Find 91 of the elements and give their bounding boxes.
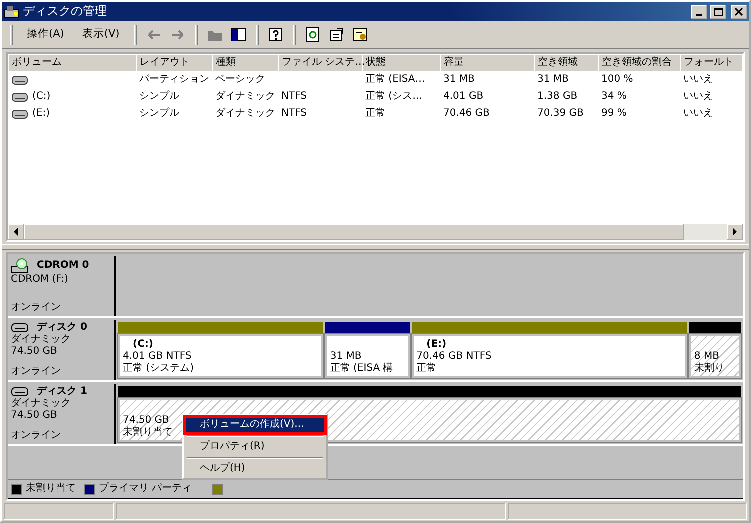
properties-icon (328, 26, 345, 42)
menu-item[interactable]: ボリュームの作成(V)... (186, 418, 324, 432)
horizontal-scrollbar[interactable] (8, 224, 743, 240)
partition-info: 未割り (694, 363, 724, 375)
column-header[interactable]: 空き領域の割合 (598, 54, 680, 72)
scroll-left-icon (13, 228, 19, 236)
help-icon (268, 26, 284, 42)
minimize-icon (696, 14, 702, 16)
drive-icon (12, 92, 28, 102)
table-cell-text: ベーシック (214, 73, 266, 88)
table-cell-text: NTFS (280, 107, 308, 121)
menu-item[interactable]: 表示(V) (74, 26, 128, 43)
disk-info: ダイナミック (11, 334, 72, 346)
drive-icon (12, 76, 28, 85)
partition-info: 正常 (EISA 構 (330, 363, 394, 375)
table-cell: (C:) (32, 91, 51, 103)
partition-block[interactable]: (C:) 4.01 GB NTFS 正常 (システム) (118, 334, 324, 378)
column-header[interactable]: 容量 (440, 54, 534, 72)
settings-icon (352, 26, 369, 42)
column-header[interactable]: ファイル システ… (278, 54, 362, 72)
disk-info: 74.50 GB (11, 410, 58, 422)
maximize-icon (714, 8, 722, 16)
partition-info: 8 MB (694, 351, 720, 362)
table-cell-text: パーティション (138, 73, 210, 88)
column-header[interactable]: 種類 (212, 54, 278, 72)
column-header[interactable]: ボリューム (8, 54, 136, 72)
partition-info: 74.50 GB (123, 415, 170, 426)
table-cell-text: いいえ (682, 90, 714, 104)
partition-block[interactable]: 31 MB 正常 (EISA 構 (325, 334, 410, 378)
table-cell-text: シンプル (138, 90, 180, 104)
disk-status: オンライン (11, 430, 62, 442)
partition-info: 4.01 GB NTFS (123, 351, 192, 362)
window-title: ディスクの管理 (23, 4, 108, 19)
column-header[interactable]: 状態 (362, 54, 440, 72)
column-header[interactable]: 空き領域 (534, 54, 598, 72)
app-icon (4, 4, 20, 20)
table-cell-text: 1.38 GB (536, 90, 579, 104)
partition-block[interactable]: 8 MB 未割り (689, 334, 741, 378)
legend-label: 未割り当て (26, 483, 76, 495)
disk-name: CDROM 0 (37, 260, 90, 272)
scroll-right-icon (732, 228, 738, 236)
menu-item[interactable]: プロパティ(R) (186, 440, 324, 454)
partition-info: 正常 (システム) (123, 363, 194, 375)
table-cell-text: 正常 (364, 106, 386, 121)
table-cell: (E:) (32, 108, 50, 120)
partition-info: 正常 (416, 363, 437, 375)
partition-info: 31 MB (330, 351, 362, 362)
table-cell-text: 31 MB (442, 73, 476, 88)
disk-info: ダイナミック (11, 398, 72, 410)
legend-label: プライマリ パーティ (99, 483, 192, 495)
partition-info: 未割り当て (123, 427, 173, 439)
close-button[interactable] (731, 4, 747, 18)
table-cell-text: 99 % (600, 107, 628, 121)
disk-status: オンライン (11, 366, 62, 378)
table-cell-text: 100 % (600, 73, 634, 88)
table-cell-text: ダイナミック (214, 107, 276, 121)
table-cell-text: NTFS (280, 90, 308, 104)
partition-info: 70.46 GB NTFS (416, 351, 492, 362)
disk-name: ディスク 1 (37, 386, 88, 398)
maximize-button[interactable] (710, 4, 726, 18)
refresh-icon (304, 26, 321, 42)
column-header[interactable]: レイアウト (136, 54, 212, 72)
partition-bar (689, 322, 741, 333)
disk-info: 74.50 GB (11, 346, 58, 358)
disk-drive-icon (11, 322, 29, 334)
menu-item[interactable]: 操作(A) (19, 26, 72, 43)
table-cell-text: 正常 (シス… (364, 90, 424, 104)
disk-info: CDROM (F:) (11, 274, 70, 286)
table-cell-text: いいえ (682, 73, 714, 88)
table-cell-text: 70.46 GB (442, 107, 491, 121)
table-cell-text: 34 % (600, 90, 628, 104)
table-cell-text: シンプル (138, 106, 180, 121)
cd-drive-icon (11, 258, 29, 274)
partition-title: (E:) (426, 339, 447, 351)
table-cell-text: ダイナミック (214, 90, 276, 104)
partition-title: (C:) (132, 339, 154, 351)
minimize-button[interactable] (691, 4, 707, 18)
table-cell-text: 正常 (EISA… (364, 72, 426, 88)
disk-name: ディスク 0 (37, 322, 88, 334)
table-cell-text: 4.01 GB (442, 90, 485, 104)
drive-icon (12, 110, 28, 118)
column-header[interactable]: フォールト (680, 54, 742, 72)
close-icon (735, 8, 743, 16)
disk-drive-icon (11, 386, 29, 398)
table-cell-text: 70.39 GB (536, 107, 585, 121)
menu-item[interactable]: ヘルプ(H) (186, 462, 324, 476)
disk-status: オンライン (11, 302, 62, 314)
table-cell-text: いいえ (682, 107, 714, 121)
panel-icon (230, 26, 247, 42)
partition-block[interactable]: (E:) 70.46 GB NTFS 正常 (412, 334, 688, 378)
table-cell-text: 31 MB (536, 73, 570, 88)
